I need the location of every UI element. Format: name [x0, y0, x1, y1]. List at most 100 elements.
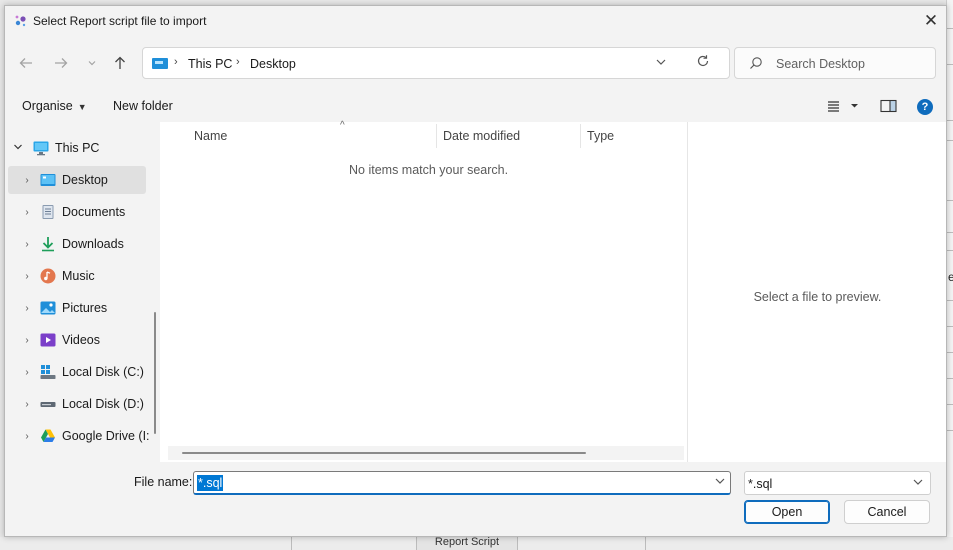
chevron-down-icon — [715, 478, 725, 484]
preview-pane: Select a file to preview. — [687, 122, 946, 462]
drive-icon — [40, 396, 56, 412]
window-title: Select Report script file to import — [33, 14, 207, 28]
organise-menu-button[interactable]: Organise ▼ — [22, 99, 87, 113]
open-button[interactable]: Open — [744, 500, 830, 524]
tree-item-label: Documents — [62, 205, 126, 219]
search-input[interactable]: Search Desktop — [776, 57, 865, 71]
column-header-name[interactable]: Name ^ — [194, 120, 438, 150]
tree-item-label: Google Drive (I: — [62, 429, 150, 443]
command-bar: Organise ▼ New folder — [5, 92, 946, 122]
tree-item-local-disk-c[interactable]: › Local Disk (C:) — [5, 358, 160, 386]
address-dropdown-button[interactable] — [655, 56, 667, 71]
chevron-right-icon[interactable]: › — [22, 175, 32, 186]
tree-item-label: This PC — [55, 141, 100, 155]
tree-item-label: Local Disk (C:) — [62, 365, 144, 379]
file-type-filter-select[interactable]: *.sql — [744, 471, 931, 495]
windows-drive-icon — [40, 364, 56, 380]
documents-icon — [40, 204, 56, 220]
caret-down-icon: ▼ — [77, 102, 87, 112]
pictures-icon — [40, 300, 56, 316]
tree-item-pictures[interactable]: › Pictures — [5, 294, 160, 322]
chevron-down-icon[interactable] — [13, 142, 23, 155]
tree-item-label: Desktop — [62, 173, 108, 187]
navigation-pane: This PC › Desktop › Documents › Download… — [5, 122, 160, 462]
empty-message: No items match your search. — [349, 163, 509, 177]
navigation-bar: › This PC › Desktop Search Desktop — [5, 42, 946, 82]
chevron-right-icon[interactable]: › — [22, 271, 32, 282]
refresh-icon — [697, 55, 709, 67]
tree-item-label: Videos — [62, 333, 100, 347]
breadcrumb-separator-icon: › — [174, 56, 178, 68]
column-header-type[interactable]: Type — [587, 122, 683, 150]
background-status-area: Report Script — [0, 537, 953, 550]
breadcrumb-this-pc[interactable]: This PC — [188, 57, 232, 71]
navigation-pane-scrollbar[interactable] — [150, 122, 160, 462]
chevron-right-icon[interactable]: › — [22, 303, 32, 314]
chevron-right-icon[interactable]: › — [22, 399, 32, 410]
file-list-scrollbar[interactable] — [168, 446, 684, 460]
desktop-icon — [40, 172, 56, 188]
file-name-value[interactable]: *.sql — [197, 475, 224, 491]
dialog-footer: File name: *.sql *.sql Open Cancel — [5, 462, 946, 538]
google-drive-icon — [40, 428, 56, 444]
tree-item-local-disk-d[interactable]: › Local Disk (D:) — [5, 390, 160, 418]
address-bar[interactable]: › This PC › Desktop — [142, 47, 730, 79]
change-view-button[interactable] — [827, 99, 861, 116]
videos-icon — [40, 332, 56, 348]
tree-item-downloads[interactable]: › Downloads — [5, 230, 160, 258]
chevron-right-icon[interactable]: › — [22, 207, 32, 218]
background-window-edge: e — [946, 0, 953, 550]
close-icon: ✕ — [923, 11, 939, 30]
close-button[interactable]: ✕ — [916, 6, 946, 36]
chevron-right-icon[interactable]: › — [22, 239, 32, 250]
chevron-right-icon[interactable]: › — [22, 431, 32, 442]
breadcrumb-desktop[interactable]: Desktop — [250, 57, 296, 71]
scrollbar-thumb[interactable] — [182, 452, 586, 454]
file-name-input[interactable]: *.sql — [193, 471, 731, 495]
preview-message: Select a file to preview. — [753, 290, 882, 304]
recent-locations-button[interactable] — [81, 52, 103, 74]
up-button[interactable] — [109, 52, 131, 74]
chevron-down-icon — [912, 476, 924, 491]
file-name-label: File name: — [134, 475, 193, 489]
search-icon — [750, 57, 762, 69]
tree-item-documents[interactable]: › Documents — [5, 198, 160, 226]
chevron-right-icon[interactable]: › — [22, 335, 32, 346]
forward-button[interactable] — [50, 52, 72, 74]
tree-item-label: Downloads — [62, 237, 124, 251]
search-box[interactable]: Search Desktop — [734, 47, 936, 79]
cancel-button[interactable]: Cancel — [844, 500, 930, 524]
background-tab-report-script[interactable]: Report Script — [416, 537, 518, 550]
column-divider[interactable] — [436, 124, 437, 148]
arrow-up-icon — [115, 56, 125, 69]
chevron-down-icon — [88, 61, 96, 66]
music-icon — [40, 268, 56, 284]
sort-ascending-icon: ^ — [340, 120, 345, 131]
tree-item-google-drive[interactable]: › Google Drive (I: — [5, 422, 160, 450]
organise-label: Organise — [22, 99, 73, 113]
scrollbar-thumb[interactable] — [154, 312, 156, 434]
arrow-left-icon — [19, 58, 32, 68]
column-divider[interactable] — [580, 124, 581, 148]
help-icon: ? — [921, 101, 929, 113]
chevron-right-icon[interactable]: › — [22, 367, 32, 378]
tree-item-music[interactable]: › Music — [5, 262, 160, 290]
arrow-right-icon — [55, 58, 68, 68]
list-view-icon — [828, 101, 858, 112]
tree-item-label: Music — [62, 269, 95, 283]
title-bar: Select Report script file to import ✕ — [5, 6, 946, 36]
tree-item-desktop[interactable]: › Desktop — [8, 166, 146, 194]
tree-item-videos[interactable]: › Videos — [5, 326, 160, 354]
back-button[interactable] — [15, 52, 37, 74]
column-label: Date modified — [443, 129, 521, 143]
new-folder-button[interactable]: New folder — [113, 99, 173, 113]
file-name-history-button[interactable] — [714, 475, 726, 490]
background-text: e — [948, 270, 953, 284]
column-header-date-modified[interactable]: Date modified — [443, 122, 579, 150]
tree-item-this-pc[interactable]: This PC — [5, 134, 160, 162]
file-open-dialog: Select Report script file to import ✕ › … — [4, 5, 947, 537]
tree-item-label: Local Disk (D:) — [62, 397, 144, 411]
help-button[interactable]: ? — [917, 99, 933, 115]
refresh-button[interactable] — [696, 54, 710, 72]
preview-pane-button[interactable] — [880, 99, 897, 116]
